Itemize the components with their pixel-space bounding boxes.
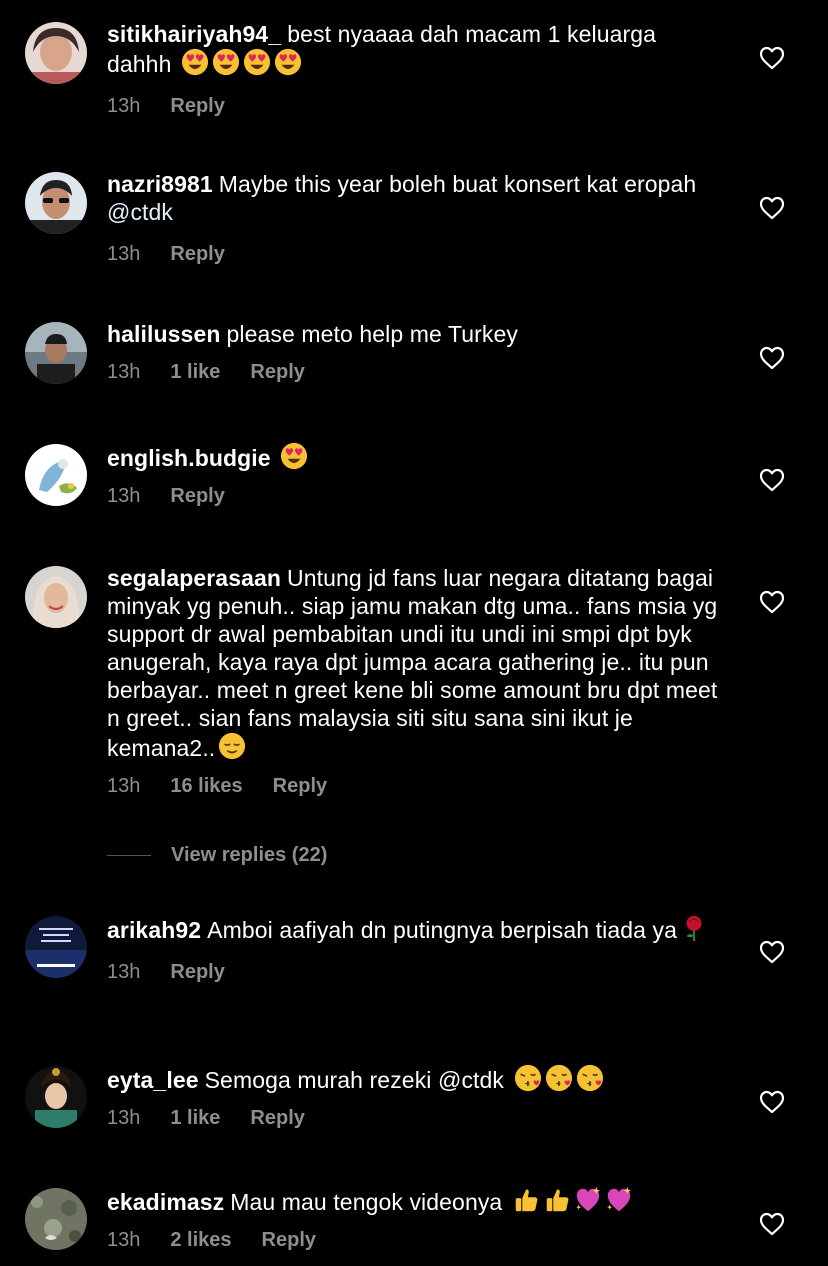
- kiss-emoji-icon: [514, 1064, 542, 1092]
- likes-count[interactable]: 16 likes: [170, 775, 242, 797]
- view-replies-button[interactable]: View replies (22): [107, 843, 327, 867]
- comment-text: Semoga murah rezeki @ctdk: [204, 1067, 505, 1093]
- timestamp: 13h: [107, 1107, 141, 1129]
- avatar[interactable]: [25, 1188, 87, 1250]
- like-heart-icon[interactable]: [759, 1090, 785, 1114]
- like-heart-icon[interactable]: [759, 468, 785, 492]
- comment-text: Mau mau tengok videonya: [230, 1189, 503, 1215]
- likes-count[interactable]: 1 like: [170, 1107, 220, 1129]
- username[interactable]: halilussen: [107, 321, 220, 347]
- username[interactable]: nazri8981: [107, 171, 213, 197]
- heart-eyes-emoji-icon: [280, 442, 308, 470]
- reply-button[interactable]: Reply: [170, 961, 224, 983]
- timestamp: 13h: [107, 1229, 141, 1251]
- heart-eyes-emoji-icon: [243, 48, 271, 76]
- comment-text: Maybe this year boleh buat konsert kat e…: [218, 171, 697, 197]
- sparkling-heart-emoji-icon: [605, 1186, 633, 1214]
- username[interactable]: segalaperasaan: [107, 565, 281, 591]
- reply-button[interactable]: Reply: [170, 95, 224, 117]
- like-heart-icon[interactable]: [759, 940, 785, 964]
- timestamp: 13h: [107, 361, 141, 383]
- heart-eyes-emoji-icon: [212, 48, 240, 76]
- username[interactable]: ekadimasz: [107, 1189, 224, 1215]
- reply-button[interactable]: Reply: [273, 775, 327, 797]
- divider: [107, 855, 151, 857]
- kiss-emoji-icon: [576, 1064, 604, 1092]
- like-heart-icon[interactable]: [759, 346, 785, 370]
- timestamp: 13h: [107, 485, 141, 507]
- relieved-emoji-icon: [218, 732, 246, 760]
- avatar[interactable]: [25, 322, 87, 384]
- mention-link[interactable]: @ctdk: [107, 199, 173, 225]
- kiss-emoji-icon: [545, 1064, 573, 1092]
- reply-button[interactable]: Reply: [250, 361, 304, 383]
- sparkling-heart-emoji-icon: [574, 1186, 602, 1214]
- avatar[interactable]: [25, 172, 87, 234]
- like-heart-icon[interactable]: [759, 590, 785, 614]
- reply-button[interactable]: Reply: [170, 243, 224, 265]
- comment-text: Amboi aafiyah dn putingnya berpisah tiad…: [207, 917, 677, 943]
- reply-button[interactable]: Reply: [262, 1229, 316, 1251]
- likes-count[interactable]: 2 likes: [170, 1229, 231, 1251]
- timestamp: 13h: [107, 243, 141, 265]
- username[interactable]: arikah92: [107, 917, 201, 943]
- timestamp: 13h: [107, 95, 141, 117]
- like-heart-icon[interactable]: [759, 46, 785, 70]
- reply-button[interactable]: Reply: [170, 485, 224, 507]
- avatar[interactable]: [25, 1066, 87, 1128]
- avatar[interactable]: [25, 22, 87, 84]
- heart-eyes-emoji-icon: [274, 48, 302, 76]
- heart-eyes-emoji-icon: [181, 48, 209, 76]
- thumbs-up-emoji-icon: [543, 1186, 571, 1214]
- comment-text: Untung jd fans luar negara ditatang baga…: [107, 565, 718, 761]
- avatar[interactable]: [25, 916, 87, 978]
- username[interactable]: english.budgie: [107, 445, 271, 471]
- username[interactable]: eyta_lee: [107, 1067, 199, 1093]
- comment-text: please meto help me Turkey: [226, 321, 519, 347]
- likes-count[interactable]: 1 like: [170, 361, 220, 383]
- like-heart-icon[interactable]: [759, 196, 785, 220]
- reply-button[interactable]: Reply: [250, 1107, 304, 1129]
- timestamp: 13h: [107, 961, 141, 983]
- avatar[interactable]: [25, 444, 87, 506]
- timestamp: 13h: [107, 775, 141, 797]
- view-replies-label[interactable]: View replies (22): [171, 844, 327, 866]
- like-heart-icon[interactable]: [759, 1212, 785, 1236]
- rose-emoji-icon: [680, 914, 708, 942]
- username[interactable]: sitikhairiyah94_: [107, 21, 281, 47]
- avatar[interactable]: [25, 566, 87, 628]
- thumbs-up-emoji-icon: [512, 1186, 540, 1214]
